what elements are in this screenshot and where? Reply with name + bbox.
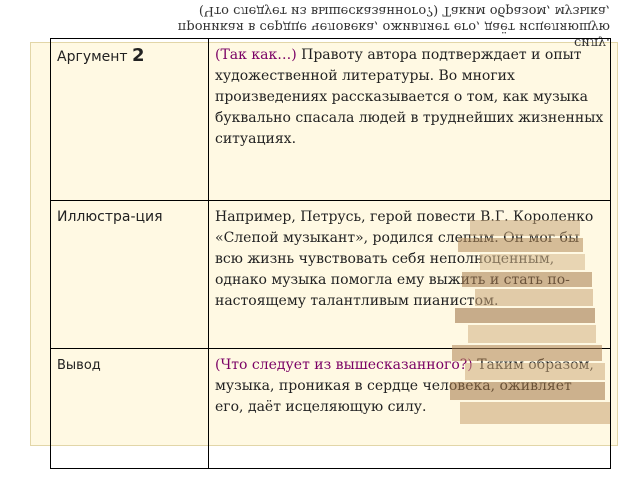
books-stack-image <box>450 220 610 424</box>
illustration-label-cell: Иллюстра-ция <box>50 200 209 349</box>
table-row-argument: Аргумент 2 (Так как…) Правоту автора под… <box>50 38 611 201</box>
argument-lead: (Так как…) <box>215 47 297 63</box>
argument-number: 2 <box>132 45 145 66</box>
mirrored-line-3: (Что следует из вышесказанного?) Таким о… <box>198 3 610 18</box>
argument-label: Аргумент <box>57 49 128 65</box>
mirrored-line-2: проникая в сердце человека, оживляет его… <box>177 19 610 34</box>
book-stack <box>450 220 610 424</box>
argument-text-cell: (Так как…) Правоту автора подтверждает и… <box>208 38 611 201</box>
conclusion-label: Вывод <box>57 358 101 373</box>
conclusion-label-cell: Вывод <box>50 348 209 469</box>
argument-label-cell: Аргумент 2 <box>50 38 209 201</box>
illustration-label: Иллюстра-ция <box>57 209 163 225</box>
conclusion-lead: (Что следует из вышесказанного?) <box>215 357 473 373</box>
